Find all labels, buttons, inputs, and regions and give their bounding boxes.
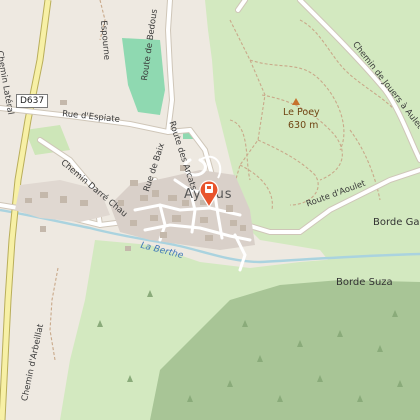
map-pin-icon bbox=[199, 180, 219, 208]
map-view[interactable]: D637 Rue d'Espiate Route de Bedous Route… bbox=[0, 0, 420, 420]
label-borde-gale: Borde Gale bbox=[373, 217, 420, 228]
map-base-layer bbox=[0, 0, 420, 420]
road-shield-d637: D637 bbox=[16, 94, 49, 108]
peak-elevation-label: 630 m bbox=[288, 120, 319, 131]
peak-name-label: Le Poey bbox=[283, 107, 320, 118]
road-shield-text: D637 bbox=[20, 96, 45, 106]
label-borde-suza: Borde Suza bbox=[336, 277, 393, 288]
